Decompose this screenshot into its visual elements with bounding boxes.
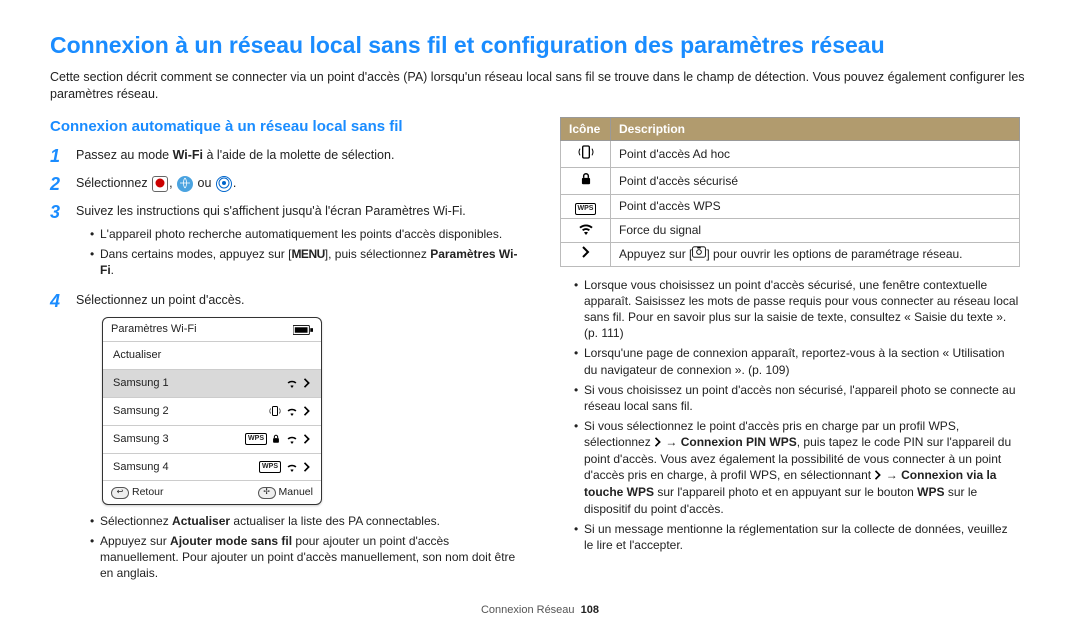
page-title: Connexion à un réseau local sans fil et … (50, 30, 1030, 61)
adhoc-icon (269, 405, 281, 417)
table-row: Point d'accès sécurisé (561, 168, 1020, 195)
device-screenshot: Paramètres Wi-Fi Actualiser Samsung 1 (102, 317, 322, 504)
intro-text: Cette section décrit comment se connecte… (50, 69, 1030, 103)
battery-icon (293, 325, 313, 335)
step-number-2: 2 (50, 175, 76, 193)
step-number-3: 3 (50, 203, 76, 282)
wifi-signal-icon (285, 378, 299, 388)
device-back-button[interactable]: ↩ Retour (111, 485, 164, 499)
chevron-right-icon (303, 378, 311, 388)
table-row: Point d'accès Ad hoc (561, 140, 1020, 167)
step-3-text: Suivez les instructions qui s'affichent … (76, 203, 530, 220)
step-4-bullet-2: Appuyez sur Ajouter mode sans fil pour a… (90, 533, 530, 582)
device-ap-row-4[interactable]: Samsung 4 WPS (103, 453, 321, 481)
chevron-right-icon (654, 435, 662, 451)
step-number-4: 4 (50, 292, 76, 585)
device-ap-row-2[interactable]: Samsung 2 (103, 397, 321, 425)
step-2-text: Sélectionnez , ou . (76, 175, 530, 193)
wifi-signal-icon (285, 434, 299, 444)
wps-badge-icon: WPS (245, 433, 267, 444)
wifi-signal-icon (285, 406, 299, 416)
right-bullet-5: Si un message mentionne la réglementatio… (574, 521, 1020, 553)
lock-icon (579, 171, 593, 191)
subheading: Connexion automatique à un réseau local … (50, 117, 530, 137)
globe-icon (177, 176, 193, 192)
wifi-signal-icon (578, 223, 594, 239)
step-1-text: Passez au mode Wi-Fi à l'aide de la mole… (76, 147, 530, 165)
options-button-icon (692, 246, 706, 262)
right-bullet-2: Lorsqu'une page de connexion apparaît, r… (574, 345, 1020, 377)
table-row: Force du signal (561, 218, 1020, 242)
wifi-signal-icon (285, 462, 299, 472)
step-3-bullet-1: L'appareil photo recherche automatiqueme… (90, 226, 530, 242)
table-header-desc: Description (611, 117, 1020, 140)
menu-label: MENU (291, 247, 324, 261)
icon-description-table: Icône Description Point d'accès Ad hoc P… (560, 117, 1020, 267)
step-4-bullet-1: Sélectionnez Actualiser actualiser la li… (90, 513, 530, 529)
chevron-right-icon (303, 462, 311, 472)
chevron-right-icon (581, 246, 591, 262)
device-ap-row-3[interactable]: Samsung 3 WPS (103, 425, 321, 453)
lock-icon (271, 433, 281, 445)
chevron-right-icon (303, 434, 311, 444)
storage-icon (152, 176, 168, 192)
right-bullet-1: Lorsque vous choisissez un point d'accès… (574, 277, 1020, 342)
device-refresh-row[interactable]: Actualiser (103, 341, 321, 369)
device-title: Paramètres Wi-Fi (111, 322, 197, 337)
right-bullet-3: Si vous choisissez un point d'accès non … (574, 382, 1020, 414)
step-3-bullet-2: Dans certains modes, appuyez sur [MENU],… (90, 246, 530, 278)
table-row: Appuyez sur [] pour ouvrir les options d… (561, 242, 1020, 266)
table-row: WPS Point d'accès WPS (561, 195, 1020, 218)
back-arrow-icon: ↩ (111, 487, 129, 499)
step-number-1: 1 (50, 147, 76, 165)
wifi-mode-label: Wi-Fi (173, 148, 203, 162)
right-bullet-4: Si vous sélectionnez le point d'accès pr… (574, 418, 1020, 517)
step-4-text: Sélectionnez un point d'accès. (76, 292, 530, 309)
page-footer: Connexion Réseau 108 (0, 603, 1080, 618)
device-manual-button[interactable]: ✢ Manuel (258, 485, 313, 499)
table-header-icon: Icône (561, 117, 611, 140)
adhoc-icon (578, 144, 594, 164)
manual-dpad-icon: ✢ (258, 487, 276, 499)
cloud-app-icon (216, 176, 232, 192)
wps-badge-icon: WPS (259, 461, 281, 472)
chevron-right-icon (303, 406, 311, 416)
wps-badge-icon: WPS (575, 203, 597, 214)
device-ap-row-1[interactable]: Samsung 1 (103, 369, 321, 397)
